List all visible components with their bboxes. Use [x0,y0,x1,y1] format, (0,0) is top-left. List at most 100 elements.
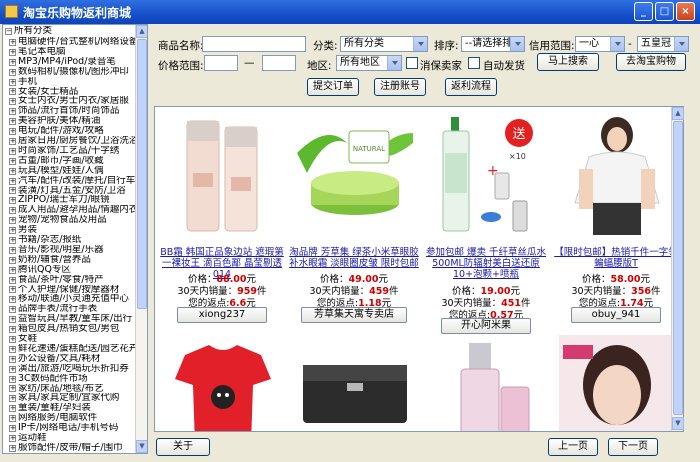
scroll-up-arrow-icon[interactable]: ▲ [672,107,684,120]
product-title[interactable]: 参加包邮 爆卖 千纤草丝瓜水 500ML防辐射美白送还原10+泡颗+喷瓶 [421,247,551,280]
scroll-down-arrow-icon[interactable]: ▼ [136,440,147,453]
expand-icon[interactable]: + [9,236,16,244]
chevron-down-icon[interactable] [674,37,688,51]
scroll-thumb[interactable] [673,121,683,415]
product-title[interactable]: 【限时包邮】热销千件一字领蝙蝠腰版T [551,247,681,269]
expand-icon[interactable]: + [9,385,16,393]
expand-icon[interactable]: + [9,137,16,145]
scroll-down-arrow-icon[interactable]: ▼ [672,417,684,430]
product-image-eye-gel[interactable]: NATURAL [297,113,413,239]
chevron-down-icon[interactable] [510,37,524,51]
expand-icon[interactable]: + [9,187,16,195]
shop-button[interactable]: obuy_941 [571,307,661,323]
expand-icon[interactable]: + [9,98,16,106]
chevron-down-icon[interactable] [413,37,427,51]
product-name-input[interactable] [202,36,306,52]
product-title[interactable]: 淘品牌 芳草集 绿茶小米草眼胶 补水眼霜 淡眼圈皮皱 限时包邮 [289,247,419,269]
expand-icon[interactable]: + [9,177,16,185]
close-button[interactable]: × [676,2,695,21]
product-image-serum[interactable] [429,335,545,432]
expand-icon[interactable]: + [9,128,16,135]
credit-to-select[interactable]: 五皇冠 [637,36,689,52]
product-image-bb-cream[interactable] [165,113,281,239]
tree-category-item[interactable]: +运动/瑜伽/健身/球迷用品 [9,453,147,454]
price-max-input[interactable] [262,55,296,71]
search-button[interactable]: 马上搜索 [537,53,599,71]
auto-ship-checkbox[interactable] [468,57,480,69]
price-min-input[interactable] [204,55,238,71]
expand-icon[interactable]: + [9,197,16,205]
region-select[interactable]: 所有地区 [336,55,402,71]
grid-scrollbar[interactable]: ▲ ▼ [671,107,684,431]
expand-icon[interactable]: + [9,227,16,234]
rebate-flow-button[interactable]: 返利流程 [445,78,497,96]
expand-icon[interactable]: + [9,355,16,363]
expand-icon[interactable]: + [9,38,16,46]
category-tree[interactable]: − 所有分类 + 电脑硬件/台式整机/网络设备 + 笔记本电脑 + MP3/MP4/iPod… [2,24,148,454]
sidebar-scrollbar[interactable]: ▲ ▼ [135,25,147,453]
shop-button[interactable]: xiong237 [177,307,267,323]
expand-icon[interactable]: + [9,306,16,314]
expand-icon[interactable]: + [9,217,16,225]
chevron-down-icon[interactable] [387,56,401,70]
chevron-down-icon[interactable] [610,37,624,51]
submit-order-button[interactable]: 提交订单 [307,78,359,96]
next-page-button[interactable]: 下一页 [608,438,658,456]
expand-icon[interactable]: + [9,335,16,343]
title-bar: 淘宝乐购物返利商城 _ □ × [0,0,700,24]
minimize-button[interactable]: _ [634,2,653,21]
expand-icon[interactable]: + [9,68,16,76]
tree-category-label: 宠物/宠物食品及用品 [18,215,107,226]
register-button[interactable]: 注册账号 [374,78,426,96]
credit-from-select[interactable]: 一心 [575,36,625,52]
scroll-thumb[interactable] [137,39,147,309]
tree-category-label: 鲜花速递/蛋糕配送/园艺花卉 [18,343,139,354]
expand-icon[interactable]: + [9,266,16,274]
expand-icon[interactable]: + [9,118,16,126]
expand-icon[interactable]: + [9,425,16,432]
expand-icon[interactable]: + [9,395,16,403]
tree-root[interactable]: − 所有分类 [5,26,145,37]
expand-icon[interactable]: + [9,316,16,324]
about-button[interactable]: 关于 [156,438,210,456]
go-taobao-button[interactable]: 去淘宝购物 [616,53,686,71]
tree-category-label: 数码相机/摄像机/图形冲印 [18,66,129,77]
expand-icon[interactable]: + [9,58,16,66]
tree-category-label: 时尚家饰/工艺品/十字绣 [18,145,120,156]
collapse-icon[interactable]: − [5,27,12,35]
expand-icon[interactable]: + [9,365,16,373]
shop-button[interactable]: 开心阿米果 [441,318,531,334]
prev-page-button[interactable]: 上一页 [548,438,598,456]
expand-icon[interactable]: + [9,167,16,175]
expand-icon[interactable]: + [9,434,16,442]
product-image-wallet[interactable] [297,335,413,432]
expand-icon[interactable]: + [9,296,16,304]
expand-icon[interactable]: + [9,246,16,254]
shop-button[interactable]: 芳草集天寓专卖店 [301,307,407,323]
expand-icon[interactable]: + [9,88,16,96]
product-image-red-tshirt[interactable] [165,335,281,432]
expand-icon[interactable]: + [9,286,16,294]
expand-icon[interactable]: + [9,375,16,383]
expand-icon[interactable]: + [9,256,16,264]
consumer-protection-checkbox[interactable] [406,57,418,69]
expand-icon[interactable]: + [9,415,16,423]
expand-icon[interactable]: + [9,276,16,284]
expand-icon[interactable]: + [9,405,16,413]
maximize-button[interactable]: □ [655,2,674,21]
expand-icon[interactable]: + [9,78,16,86]
product-image-toner[interactable]: 送 + ×10 [429,113,545,239]
expand-icon[interactable]: + [9,108,16,116]
expand-icon[interactable]: + [9,157,16,165]
scroll-up-arrow-icon[interactable]: ▲ [136,25,147,38]
product-image-makeup-model[interactable] [559,335,675,432]
sort-select[interactable]: --请选择排序-- [461,36,525,52]
expand-icon[interactable]: + [9,207,16,215]
product-image-tshirt-model[interactable] [559,113,675,239]
category-select[interactable]: 所有分类 [340,36,428,52]
expand-icon[interactable]: + [9,48,16,56]
expand-icon[interactable]: + [9,147,16,155]
expand-icon[interactable]: + [9,326,16,333]
expand-icon[interactable]: + [9,345,16,353]
expand-icon[interactable]: + [9,444,16,452]
